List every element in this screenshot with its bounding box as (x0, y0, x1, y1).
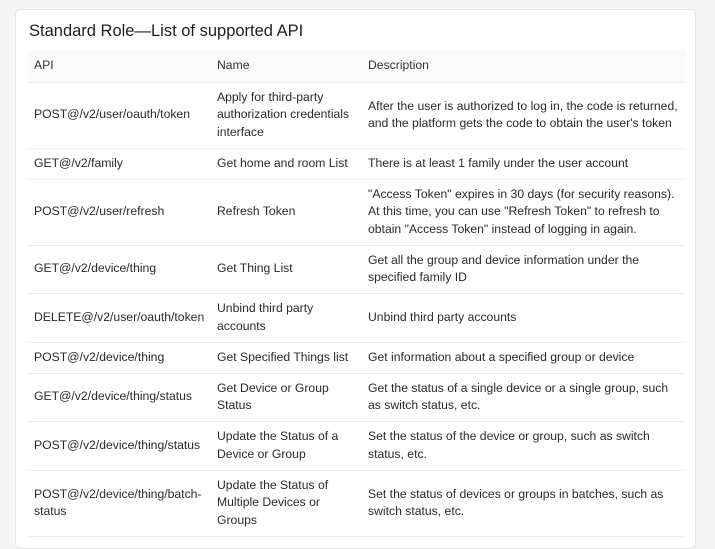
api-endpoint-cell: POST@/v2/device/thing/batch-status (28, 470, 211, 537)
api-name-cell: Get Specified Things list (211, 342, 362, 374)
api-name-cell: Update the Status of a Device or Group (211, 421, 362, 471)
api-description-cell: Unbind third party accounts (362, 293, 685, 343)
api-description-cell: Set the status of the device or group, s… (362, 421, 685, 471)
api-description-cell: There is at least 1 family under the use… (362, 148, 685, 180)
table-row: POST@/v2/user/oauth/token Apply for thir… (28, 82, 685, 149)
table-header-row: API Name Description (28, 50, 685, 83)
table-header: API Name Description (28, 50, 685, 83)
api-description-cell: Get all the group and device information… (362, 245, 685, 294)
api-description-cell: Get the status of a single device or a s… (362, 373, 685, 422)
api-description-cell: Get information about a specified group … (362, 342, 685, 374)
api-description-cell: Set the status of devices or groups in b… (362, 470, 685, 537)
column-header-name: Name (211, 50, 362, 83)
api-name-cell: Update the Status of Multiple Devices or… (211, 470, 362, 537)
api-name-cell: Get home and room List (211, 148, 362, 180)
column-header-description: Description (362, 50, 685, 83)
api-endpoint-cell: GET@/v2/family (28, 148, 211, 180)
api-name-cell: Apply for third-party authorization cred… (211, 82, 362, 149)
api-endpoint-cell: GET@/v2/device/thing (28, 245, 211, 294)
api-name-cell: Refresh Token (211, 179, 362, 246)
table-row: POST@/v2/device/thing Get Specified Thin… (28, 342, 685, 374)
api-name-cell: Unbind third party accounts (211, 293, 362, 343)
api-endpoint-cell: POST@/v2/device/thing/status (28, 421, 211, 471)
table-row: GET@/v2/device/thing Get Thing List Get … (28, 245, 685, 294)
api-name-cell: Get Device or Group Status (211, 373, 362, 422)
api-description-cell: After the user is authorized to log in, … (362, 82, 685, 149)
table-row: DELETE@/v2/user/oauth/token Unbind third… (28, 293, 685, 343)
table-row: GET@/v2/device/thing/status Get Device o… (28, 373, 685, 422)
api-endpoint-cell: POST@/v2/user/oauth/token (28, 82, 211, 149)
api-description-cell: "Access Token" expires in 30 days (for s… (362, 179, 685, 246)
table-row: POST@/v2/device/thing/batch-status Updat… (28, 470, 685, 537)
table-row: GET@/v2/family Get home and room List Th… (28, 148, 685, 180)
api-list-card: Standard Role—List of supported API API … (15, 9, 696, 549)
api-endpoint-cell: GET@/v2/device/thing/status (28, 373, 211, 422)
api-table: API Name Description POST@/v2/user/oauth… (28, 50, 685, 537)
table-body: POST@/v2/user/oauth/token Apply for thir… (28, 82, 685, 537)
table-row: POST@/v2/device/thing/status Update the … (28, 421, 685, 471)
api-endpoint-cell: DELETE@/v2/user/oauth/token (28, 293, 211, 343)
api-name-cell: Get Thing List (211, 245, 362, 294)
column-header-api: API (28, 50, 211, 83)
api-endpoint-cell: POST@/v2/user/refresh (28, 179, 211, 246)
api-endpoint-cell: POST@/v2/device/thing (28, 342, 211, 374)
section-title: Standard Role—List of supported API (29, 22, 304, 40)
table-row: POST@/v2/user/refresh Refresh Token "Acc… (28, 179, 685, 246)
